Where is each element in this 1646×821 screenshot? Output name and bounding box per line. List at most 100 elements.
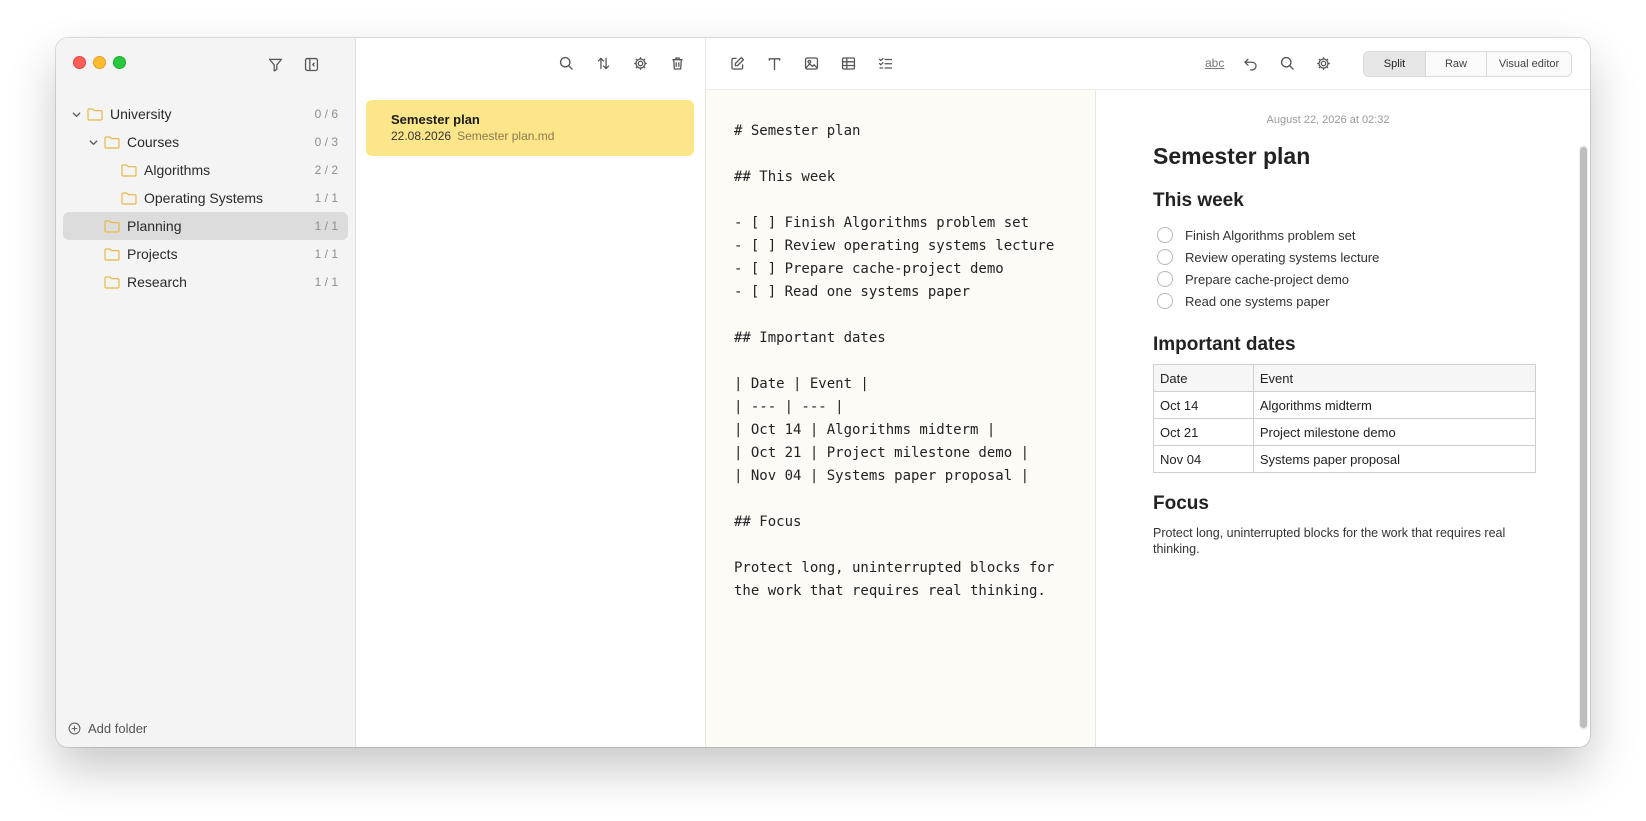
checklist-icon xyxy=(878,57,892,69)
split-mode-button[interactable]: Split xyxy=(1364,52,1426,76)
app-window: University 0 / 6 Courses 0 / 3 Algorithms 2 /… xyxy=(56,38,1590,747)
table-icon xyxy=(841,56,855,70)
table-row: Nov 04 Systems paper proposal xyxy=(1153,445,1537,473)
table-cell: Algorithms midterm xyxy=(1252,391,1537,419)
folder-label: Planning xyxy=(127,218,182,234)
folder-item-courses[interactable]: Courses 0 / 3 xyxy=(63,128,348,156)
task-label: Finish Algorithms problem set xyxy=(1185,227,1356,243)
sort-icon xyxy=(597,56,609,70)
folder-icon xyxy=(104,135,120,149)
folder-count: 0 / 3 xyxy=(314,135,338,149)
table-header-cell: Event xyxy=(1252,364,1537,392)
spellcheck-button[interactable]: abc xyxy=(1205,56,1224,70)
checkbox-circle[interactable] xyxy=(1157,293,1173,309)
notes-settings-button[interactable] xyxy=(629,52,651,74)
task-item: Review operating systems lecture xyxy=(1153,246,1533,268)
folder-tree: University 0 / 6 Courses 0 / 3 Algorithms 2 /… xyxy=(63,100,348,296)
editor-settings-button[interactable] xyxy=(1312,52,1334,74)
insert-checklist-button[interactable] xyxy=(874,52,896,74)
folder-count: 1 / 1 xyxy=(314,275,338,289)
task-item: Finish Algorithms problem set xyxy=(1153,224,1533,246)
undo-button[interactable] xyxy=(1239,52,1261,74)
delete-note-button[interactable] xyxy=(666,52,688,74)
preview-title: Semester plan xyxy=(1153,143,1311,169)
folder-icon xyxy=(104,275,120,289)
folder-item-projects[interactable]: Projects 1 / 1 xyxy=(63,240,348,268)
chevron-down-icon[interactable] xyxy=(69,107,83,121)
markdown-source-editor[interactable]: # Semester plan ## This week - [ ] Finis… xyxy=(706,90,1096,747)
insert-table-button[interactable] xyxy=(837,52,859,74)
search-icon xyxy=(1280,56,1294,70)
task-item: Read one systems paper xyxy=(1153,290,1533,312)
text-icon xyxy=(768,57,780,70)
folder-item-algorithms[interactable]: Algorithms 2 / 2 xyxy=(63,156,348,184)
folder-count: 2 / 2 xyxy=(314,163,338,177)
add-folder-button[interactable]: Add folder xyxy=(68,721,147,736)
sidebar-toggle-icon xyxy=(304,57,318,71)
checkbox-circle[interactable] xyxy=(1157,271,1173,287)
gear-icon xyxy=(633,56,647,70)
this-week-heading: This week xyxy=(1153,190,1244,211)
task-list: Finish Algorithms problem set Review oper… xyxy=(1153,224,1533,312)
minimize-window-button[interactable] xyxy=(93,56,106,69)
note-filename: Semester plan.md xyxy=(457,129,555,143)
table-header-cell: Date xyxy=(1153,364,1254,392)
plus-circle-icon xyxy=(68,722,81,735)
note-timestamp: August 22, 2026 at 02:32 xyxy=(1266,114,1390,126)
filter-icon xyxy=(268,58,282,72)
folder-icon xyxy=(104,247,120,261)
folder-item-research[interactable]: Research 1 / 1 xyxy=(63,268,348,296)
sidebar-header xyxy=(56,38,355,90)
text-format-button[interactable] xyxy=(763,52,785,74)
folder-label: Research xyxy=(127,274,187,290)
table-row: Oct 21 Project milestone demo xyxy=(1153,418,1537,446)
folder-label: Operating Systems xyxy=(144,190,264,206)
note-date: 22.08.2026 xyxy=(391,129,452,143)
folder-label: Algorithms xyxy=(144,162,211,178)
task-item: Prepare cache-project demo xyxy=(1153,268,1533,290)
folder-label: Projects xyxy=(127,246,178,262)
folder-item-operating-systems[interactable]: Operating Systems 1 / 1 xyxy=(63,184,348,212)
folder-label: Courses xyxy=(127,134,180,150)
chevron-down-icon[interactable] xyxy=(86,135,100,149)
task-label: Prepare cache-project demo xyxy=(1185,271,1350,287)
add-folder-label: Add folder xyxy=(88,721,148,736)
image-icon xyxy=(804,56,818,70)
search-notes-button[interactable] xyxy=(555,52,577,74)
scrollbar-thumb[interactable] xyxy=(1580,147,1587,728)
gear-icon xyxy=(1316,56,1330,70)
preview-scrollbar[interactable] xyxy=(1579,145,1588,730)
folder-item-university[interactable]: University 0 / 6 xyxy=(63,100,348,128)
note-meta: 22.08.2026 Semester plan.md xyxy=(391,129,669,143)
insert-image-button[interactable] xyxy=(800,52,822,74)
sort-button[interactable] xyxy=(592,52,614,74)
table-body: Oct 14 Algorithms midterm Oct 21 Project mi… xyxy=(1153,391,1537,473)
table-header-row: Date Event xyxy=(1153,364,1537,392)
maximize-window-button[interactable] xyxy=(113,56,126,69)
pencil-square-icon xyxy=(730,56,744,70)
view-mode-switcher: Split Raw Visual editor xyxy=(1363,51,1572,77)
table-cell: Oct 21 xyxy=(1153,418,1254,446)
find-in-note-button[interactable] xyxy=(1276,52,1298,74)
filter-button[interactable] xyxy=(264,53,286,75)
toggle-sidebar-button[interactable] xyxy=(300,53,322,75)
folder-icon xyxy=(104,219,120,233)
visual-editor-mode-button[interactable]: Visual editor xyxy=(1487,52,1571,76)
raw-mode-button[interactable]: Raw xyxy=(1426,52,1487,76)
table-cell: Nov 04 xyxy=(1153,445,1254,473)
checkbox-circle[interactable] xyxy=(1157,227,1173,243)
folder-item-planning[interactable]: Planning 1 / 1 xyxy=(63,212,348,240)
task-label: Read one systems paper xyxy=(1185,293,1330,309)
edit-button[interactable] xyxy=(726,52,748,74)
table-cell: Oct 14 xyxy=(1153,391,1254,419)
note-card-semester-plan[interactable]: Semester plan 22.08.2026 Semester plan.md xyxy=(366,100,694,156)
folder-icon xyxy=(121,191,137,205)
editor-toolbar: abc Split Raw Visual editor xyxy=(706,38,1590,90)
sidebar: University 0 / 6 Courses 0 / 3 Algorithms 2 /… xyxy=(56,38,356,747)
trash-icon xyxy=(671,56,683,70)
undo-icon xyxy=(1243,58,1257,71)
folder-count: 1 / 1 xyxy=(314,247,338,261)
close-window-button[interactable] xyxy=(73,56,86,69)
checkbox-circle[interactable] xyxy=(1157,249,1173,265)
folder-label: University xyxy=(110,106,172,122)
